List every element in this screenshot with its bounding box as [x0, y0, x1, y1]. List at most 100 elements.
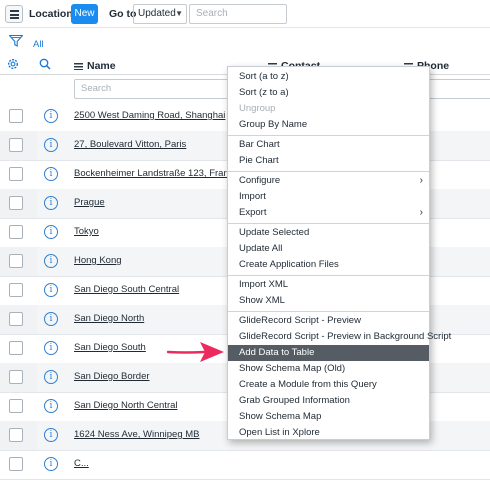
menu-divider	[228, 135, 429, 136]
info-icon[interactable]: i	[44, 167, 58, 181]
info-icon[interactable]: i	[44, 109, 58, 123]
row-name-link[interactable]: San Diego Border	[74, 371, 150, 382]
row-checkbox[interactable]	[9, 254, 23, 268]
row-select-cell	[0, 247, 37, 276]
row-name-link[interactable]: San Diego North Central	[74, 400, 178, 411]
info-icon[interactable]: i	[44, 399, 58, 413]
goto-search-input[interactable]: Search	[189, 4, 287, 24]
menu-item-label: Bar Chart	[239, 139, 280, 150]
hamburger-menu-icon[interactable]	[5, 5, 23, 23]
list-toolbar: Locations New Go to Updated ▼ Search	[0, 0, 490, 28]
info-icon[interactable]: i	[44, 312, 58, 326]
menu-item-group-by-name[interactable]: Group By Name	[228, 117, 429, 133]
row-checkbox[interactable]	[9, 167, 23, 181]
search-icon[interactable]	[39, 58, 51, 70]
menu-item-bar-chart[interactable]: Bar Chart	[228, 137, 429, 153]
row-name-link[interactable]: San Diego South Central	[74, 284, 179, 295]
row-select-cell	[0, 392, 37, 421]
menu-item-label: Configure	[239, 175, 281, 186]
row-name-link[interactable]: San Diego North	[74, 313, 144, 324]
row-name-link[interactable]: Bockenheimer Landstraße 123, Frankfurt	[74, 168, 247, 179]
row-name-link[interactable]: 1624 Ness Ave, Winnipeg MB	[74, 429, 200, 440]
menu-item-label: Update All	[239, 243, 283, 254]
menu-item-show-schema-map-old[interactable]: Show Schema Map (Old)	[228, 361, 429, 377]
row-checkbox[interactable]	[9, 283, 23, 297]
menu-item-create-a-module-from-this-query[interactable]: Create a Module from this Query	[228, 377, 429, 393]
menu-item-show-xml[interactable]: Show XML	[228, 293, 429, 309]
row-select-cell	[0, 102, 37, 131]
row-checkbox[interactable]	[9, 109, 23, 123]
menu-item-import-xml[interactable]: Import XML	[228, 277, 429, 293]
menu-item-ungroup: Ungroup	[228, 101, 429, 117]
info-icon[interactable]: i	[44, 196, 58, 210]
menu-item-update-all[interactable]: Update All	[228, 241, 429, 257]
row-checkbox[interactable]	[9, 225, 23, 239]
info-icon[interactable]: i	[44, 341, 58, 355]
row-select-cell	[0, 305, 37, 334]
menu-item-label: Ungroup	[239, 103, 276, 114]
menu-item-sort-z-to-a[interactable]: Sort (z to a)	[228, 85, 429, 101]
menu-item-label: Create Application Files	[239, 259, 339, 270]
menu-item-grab-grouped-information[interactable]: Grab Grouped Information	[228, 393, 429, 409]
menu-item-pie-chart[interactable]: Pie Chart	[228, 153, 429, 169]
row-name-link[interactable]: Prague	[74, 197, 105, 208]
gear-icon[interactable]	[6, 57, 20, 71]
row-checkbox[interactable]	[9, 457, 23, 471]
menu-item-label: Create a Module from this Query	[239, 379, 377, 390]
new-button[interactable]: New	[71, 4, 98, 24]
menu-item-gliderecord-script-preview-in-background-script[interactable]: GlideRecord Script - Preview in Backgrou…	[228, 329, 451, 345]
menu-item-show-schema-map[interactable]: Show Schema Map	[228, 409, 429, 425]
row-select-cell	[0, 189, 37, 218]
column-menu-icon[interactable]	[74, 62, 83, 70]
menu-item-gliderecord-script-preview[interactable]: GlideRecord Script - Preview	[228, 313, 429, 329]
annotation-arrow-icon	[166, 342, 224, 362]
context-menu: Sort (a to z) Sort (z to a) Ungroup Group B…	[227, 66, 451, 441]
menu-item-sort-a-to-z[interactable]: Sort (a to z)	[228, 69, 429, 85]
table-row[interactable]: i C...	[0, 450, 490, 479]
menu-item-update-selected[interactable]: Update Selected	[228, 225, 429, 241]
info-icon[interactable]: i	[44, 254, 58, 268]
row-checkbox[interactable]	[9, 399, 23, 413]
info-icon[interactable]: i	[44, 370, 58, 384]
row-name-link[interactable]: San Diego South	[74, 342, 146, 353]
info-icon[interactable]: i	[44, 138, 58, 152]
menu-item-label: GlideRecord Script - Preview in Backgrou…	[239, 331, 452, 342]
row-name-link[interactable]: C...	[74, 458, 89, 469]
menu-divider	[228, 275, 429, 276]
menu-item-open-list-in-xplore[interactable]: Open List in Xplore	[228, 425, 429, 441]
info-icon[interactable]: i	[44, 225, 58, 239]
menu-item-create-application-files[interactable]: Create Application Files	[228, 257, 429, 273]
row-select-cell	[0, 276, 37, 305]
row-checkbox[interactable]	[9, 196, 23, 210]
info-icon[interactable]: i	[44, 428, 58, 442]
menu-item-add-data-to-table[interactable]: Add Data to Table	[228, 345, 429, 361]
menu-item-label: Show XML	[239, 295, 285, 306]
row-name-link[interactable]: Hong Kong	[74, 255, 122, 266]
column-header-name[interactable]: Name	[74, 60, 116, 72]
menu-item-label: Show Schema Map	[239, 411, 322, 422]
info-icon[interactable]: i	[44, 283, 58, 297]
row-checkbox[interactable]	[9, 138, 23, 152]
filter-icon[interactable]	[9, 35, 23, 47]
menu-item-configure[interactable]: Configure ›	[228, 173, 429, 189]
menu-item-export[interactable]: Export ›	[228, 205, 429, 221]
row-select-cell	[0, 131, 37, 160]
row-name-link[interactable]: Tokyo	[74, 226, 99, 237]
info-icon[interactable]: i	[44, 457, 58, 471]
goto-field-select[interactable]: Updated ▼	[133, 4, 187, 24]
row-checkbox[interactable]	[9, 370, 23, 384]
row-checkbox[interactable]	[9, 312, 23, 326]
row-name-link[interactable]: 27, Boulevard Vitton, Paris	[74, 139, 186, 150]
row-name-link[interactable]: 2500 West Daming Road, Shanghai	[74, 110, 225, 121]
row-select-cell	[0, 363, 37, 392]
column-name-label: Name	[87, 60, 116, 72]
filter-breadcrumb-all[interactable]: All	[33, 39, 44, 50]
row-checkbox[interactable]	[9, 428, 23, 442]
row-checkbox[interactable]	[9, 341, 23, 355]
row-select-cell	[0, 450, 37, 479]
menu-divider	[228, 171, 429, 172]
caret-down-icon: ▼	[175, 9, 183, 18]
chevron-right-icon: ›	[419, 207, 423, 218]
menu-item-import[interactable]: Import	[228, 189, 429, 205]
menu-item-label: Show Schema Map (Old)	[239, 363, 346, 374]
